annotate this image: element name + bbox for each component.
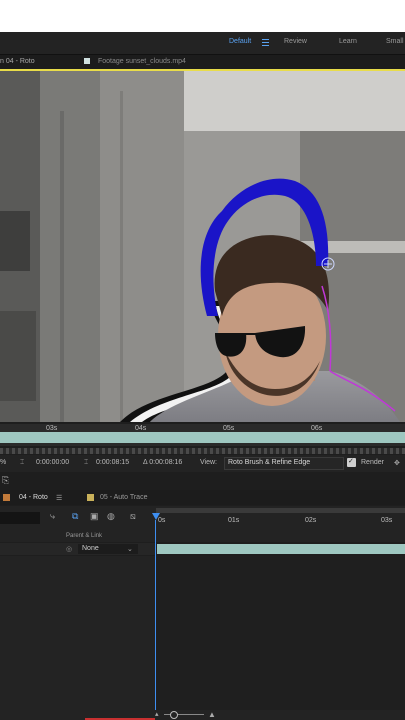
workspace-bar: Default Review Learn Small <box>0 32 405 55</box>
comp-color-icon <box>87 494 94 501</box>
after-effects-window: Default Review Learn Small n 04 - Roto F… <box>0 32 405 720</box>
layer-duration-bar[interactable] <box>157 544 405 554</box>
viewer-panel-tabs: n 04 - Roto Footage sunset_clouds.mp4 <box>0 55 405 71</box>
frame-cache-indicator <box>0 448 405 454</box>
frame-blending-icon[interactable]: ▣ <box>90 511 99 522</box>
time-duration: Δ 0:00:08:16 <box>143 459 183 466</box>
render-label: Render <box>361 459 384 466</box>
tab-footage[interactable]: Footage sunset_clouds.mp4 <box>98 58 186 65</box>
chevron-down-icon: ⌄ <box>127 546 133 553</box>
timeline-ruler-label: 02s <box>305 517 317 524</box>
viewer-status-bar: % ⌶ 0:00:00:00 ⌶ 0:00:08:15 Δ 0:00:08:16… <box>0 455 405 472</box>
tab-04-roto[interactable]: 04 - Roto <box>19 494 48 501</box>
layer-row[interactable]: ◎ None ⌄ <box>0 543 155 555</box>
timeline-ruler-label: 01s <box>228 517 240 524</box>
playhead-handle[interactable] <box>152 513 160 520</box>
viewer-lower-bar: ⎘ <box>0 473 405 489</box>
zoom-slider-handle[interactable] <box>170 711 178 719</box>
workspace-default[interactable]: Default <box>229 38 251 45</box>
tab-05-auto-trace[interactable]: 05 - Auto Trace <box>100 494 147 501</box>
workspace-review[interactable]: Review <box>284 38 307 45</box>
timeline-ruler-label: 03s <box>381 517 393 524</box>
check-icon: ✓ <box>348 458 354 465</box>
playhead-line[interactable] <box>155 520 156 710</box>
workspace-menu-icon[interactable] <box>262 37 269 46</box>
ruler-label: 03s <box>46 425 58 432</box>
footage-icon <box>84 58 90 64</box>
work-area-bar[interactable] <box>0 432 405 443</box>
timeline-zoom-bar: ▴ ▲ <box>0 710 405 720</box>
out-point-icon[interactable]: ⌶ <box>84 459 88 467</box>
zoom-in-icon[interactable]: ▲ <box>208 710 216 719</box>
composition-viewer[interactable] <box>0 71 405 422</box>
snapshot-icon[interactable]: ⎘ <box>2 475 9 486</box>
time-start[interactable]: 0:00:00:00 <box>36 459 69 466</box>
parent-dropdown-value: None <box>82 545 99 552</box>
layer-column-header: Parent & Link <box>0 532 405 542</box>
pickwhip-icon[interactable]: ◎ <box>66 545 72 553</box>
zoom-out-icon[interactable]: ▴ <box>155 710 159 718</box>
workspace-small[interactable]: Small <box>386 38 404 45</box>
ruler-label: 05s <box>223 425 235 432</box>
in-point-icon[interactable]: ⌶ <box>20 459 24 467</box>
comp-flowchart-icon[interactable]: ⧉ <box>72 511 78 522</box>
parent-link-header: Parent & Link <box>66 533 103 539</box>
view-label: View: <box>200 459 217 466</box>
timeline-ruler[interactable]: 0s 01s 02s 03s <box>152 506 405 532</box>
timeline-empty-area <box>0 556 405 710</box>
viewer-frame-image <box>0 71 405 422</box>
workspace-learn[interactable]: Learn <box>339 38 357 45</box>
layer-panel-empty <box>0 556 155 710</box>
viewer-time-ruler[interactable]: 03s 04s 05s 06s <box>0 424 405 446</box>
motion-blur-icon[interactable]: ◍ <box>107 511 115 522</box>
zoom-readout[interactable]: % <box>0 459 6 466</box>
time-end[interactable]: 0:00:08:15 <box>96 459 129 466</box>
ruler-label: 06s <box>311 425 323 432</box>
tab-menu-icon[interactable]: ☰ <box>56 494 62 502</box>
timeline-tabs: 04 - Roto ☰ 05 - Auto Trace <box>0 490 405 505</box>
comp-color-icon <box>3 494 10 501</box>
work-area-range[interactable] <box>156 508 405 513</box>
timeline-controls: ⤷ ⧉ ▣ ◍ ⧅ 0s 01s 02s 03s <box>0 506 405 532</box>
graph-editor-icon[interactable]: ⧅ <box>130 511 136 522</box>
layer-search-input[interactable] <box>0 512 40 524</box>
expand-icon[interactable]: ✥ <box>394 459 400 467</box>
ruler-label: 04s <box>135 425 147 432</box>
tab-composition[interactable]: n 04 - Roto <box>0 58 35 65</box>
view-dropdown-value: Roto Brush & Refine Edge <box>228 459 311 466</box>
shy-icon[interactable]: ⤷ <box>50 511 55 522</box>
